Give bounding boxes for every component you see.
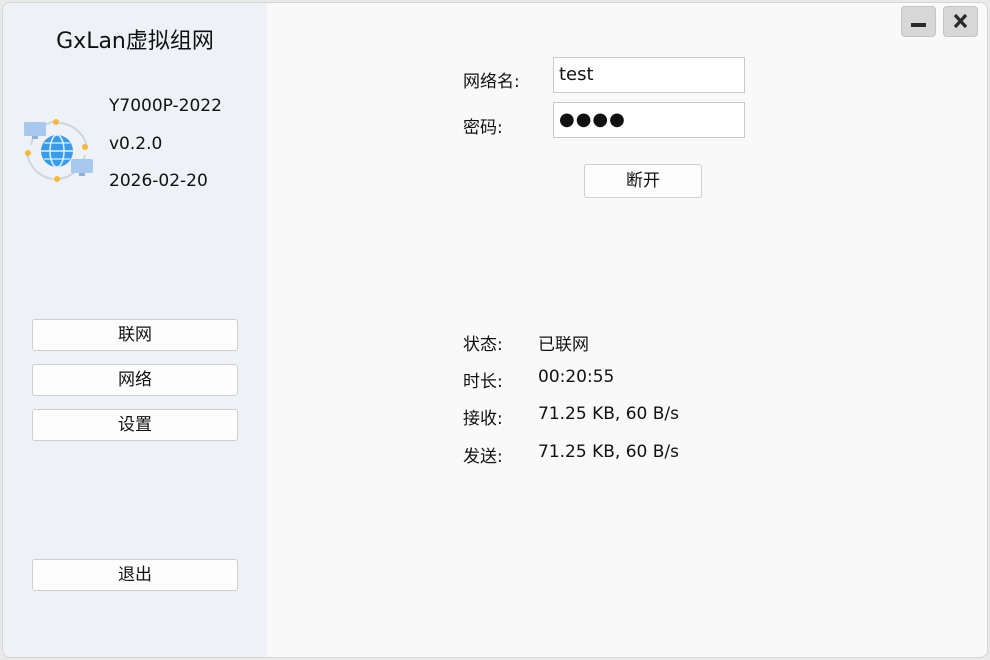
network-nav-button[interactable]: 网络 bbox=[32, 364, 238, 396]
password-input[interactable]: ●●●● bbox=[553, 102, 745, 138]
network-globe-icon bbox=[19, 115, 95, 183]
connect-nav-button[interactable]: 联网 bbox=[32, 319, 238, 351]
network-name-label: 网络名: bbox=[463, 72, 520, 92]
close-button[interactable] bbox=[943, 6, 978, 37]
send-value: 71.25 KB, 60 B/s bbox=[538, 442, 679, 462]
app-title: GxLan虚拟组网 bbox=[56, 29, 214, 54]
disconnect-button[interactable]: 断开 bbox=[584, 164, 702, 198]
status-value: 已联网 bbox=[538, 335, 589, 355]
status-label: 状态: bbox=[463, 335, 503, 355]
minimize-button[interactable] bbox=[901, 6, 936, 37]
sidebar: GxLan虚拟组网 Y7000P-2022 v0.2.0 2026-02-20 … bbox=[3, 3, 267, 657]
app-version: v0.2.0 bbox=[109, 134, 163, 154]
device-name: Y7000P-2022 bbox=[109, 96, 222, 116]
app-date: 2026-02-20 bbox=[109, 171, 208, 191]
settings-nav-button[interactable]: 设置 bbox=[32, 409, 238, 441]
minimize-icon bbox=[902, 21, 935, 40]
receive-label: 接收: bbox=[463, 409, 503, 429]
app-window: GxLan虚拟组网 Y7000P-2022 v0.2.0 2026-02-20 … bbox=[2, 2, 988, 658]
receive-value: 71.25 KB, 60 B/s bbox=[538, 404, 679, 424]
duration-label: 时长: bbox=[463, 372, 503, 392]
password-label: 密码: bbox=[463, 118, 503, 138]
send-label: 发送: bbox=[463, 447, 503, 467]
network-name-input[interactable]: test bbox=[553, 57, 745, 93]
exit-button[interactable]: 退出 bbox=[32, 559, 238, 591]
duration-value: 00:20:55 bbox=[538, 367, 615, 387]
close-icon bbox=[944, 13, 977, 40]
